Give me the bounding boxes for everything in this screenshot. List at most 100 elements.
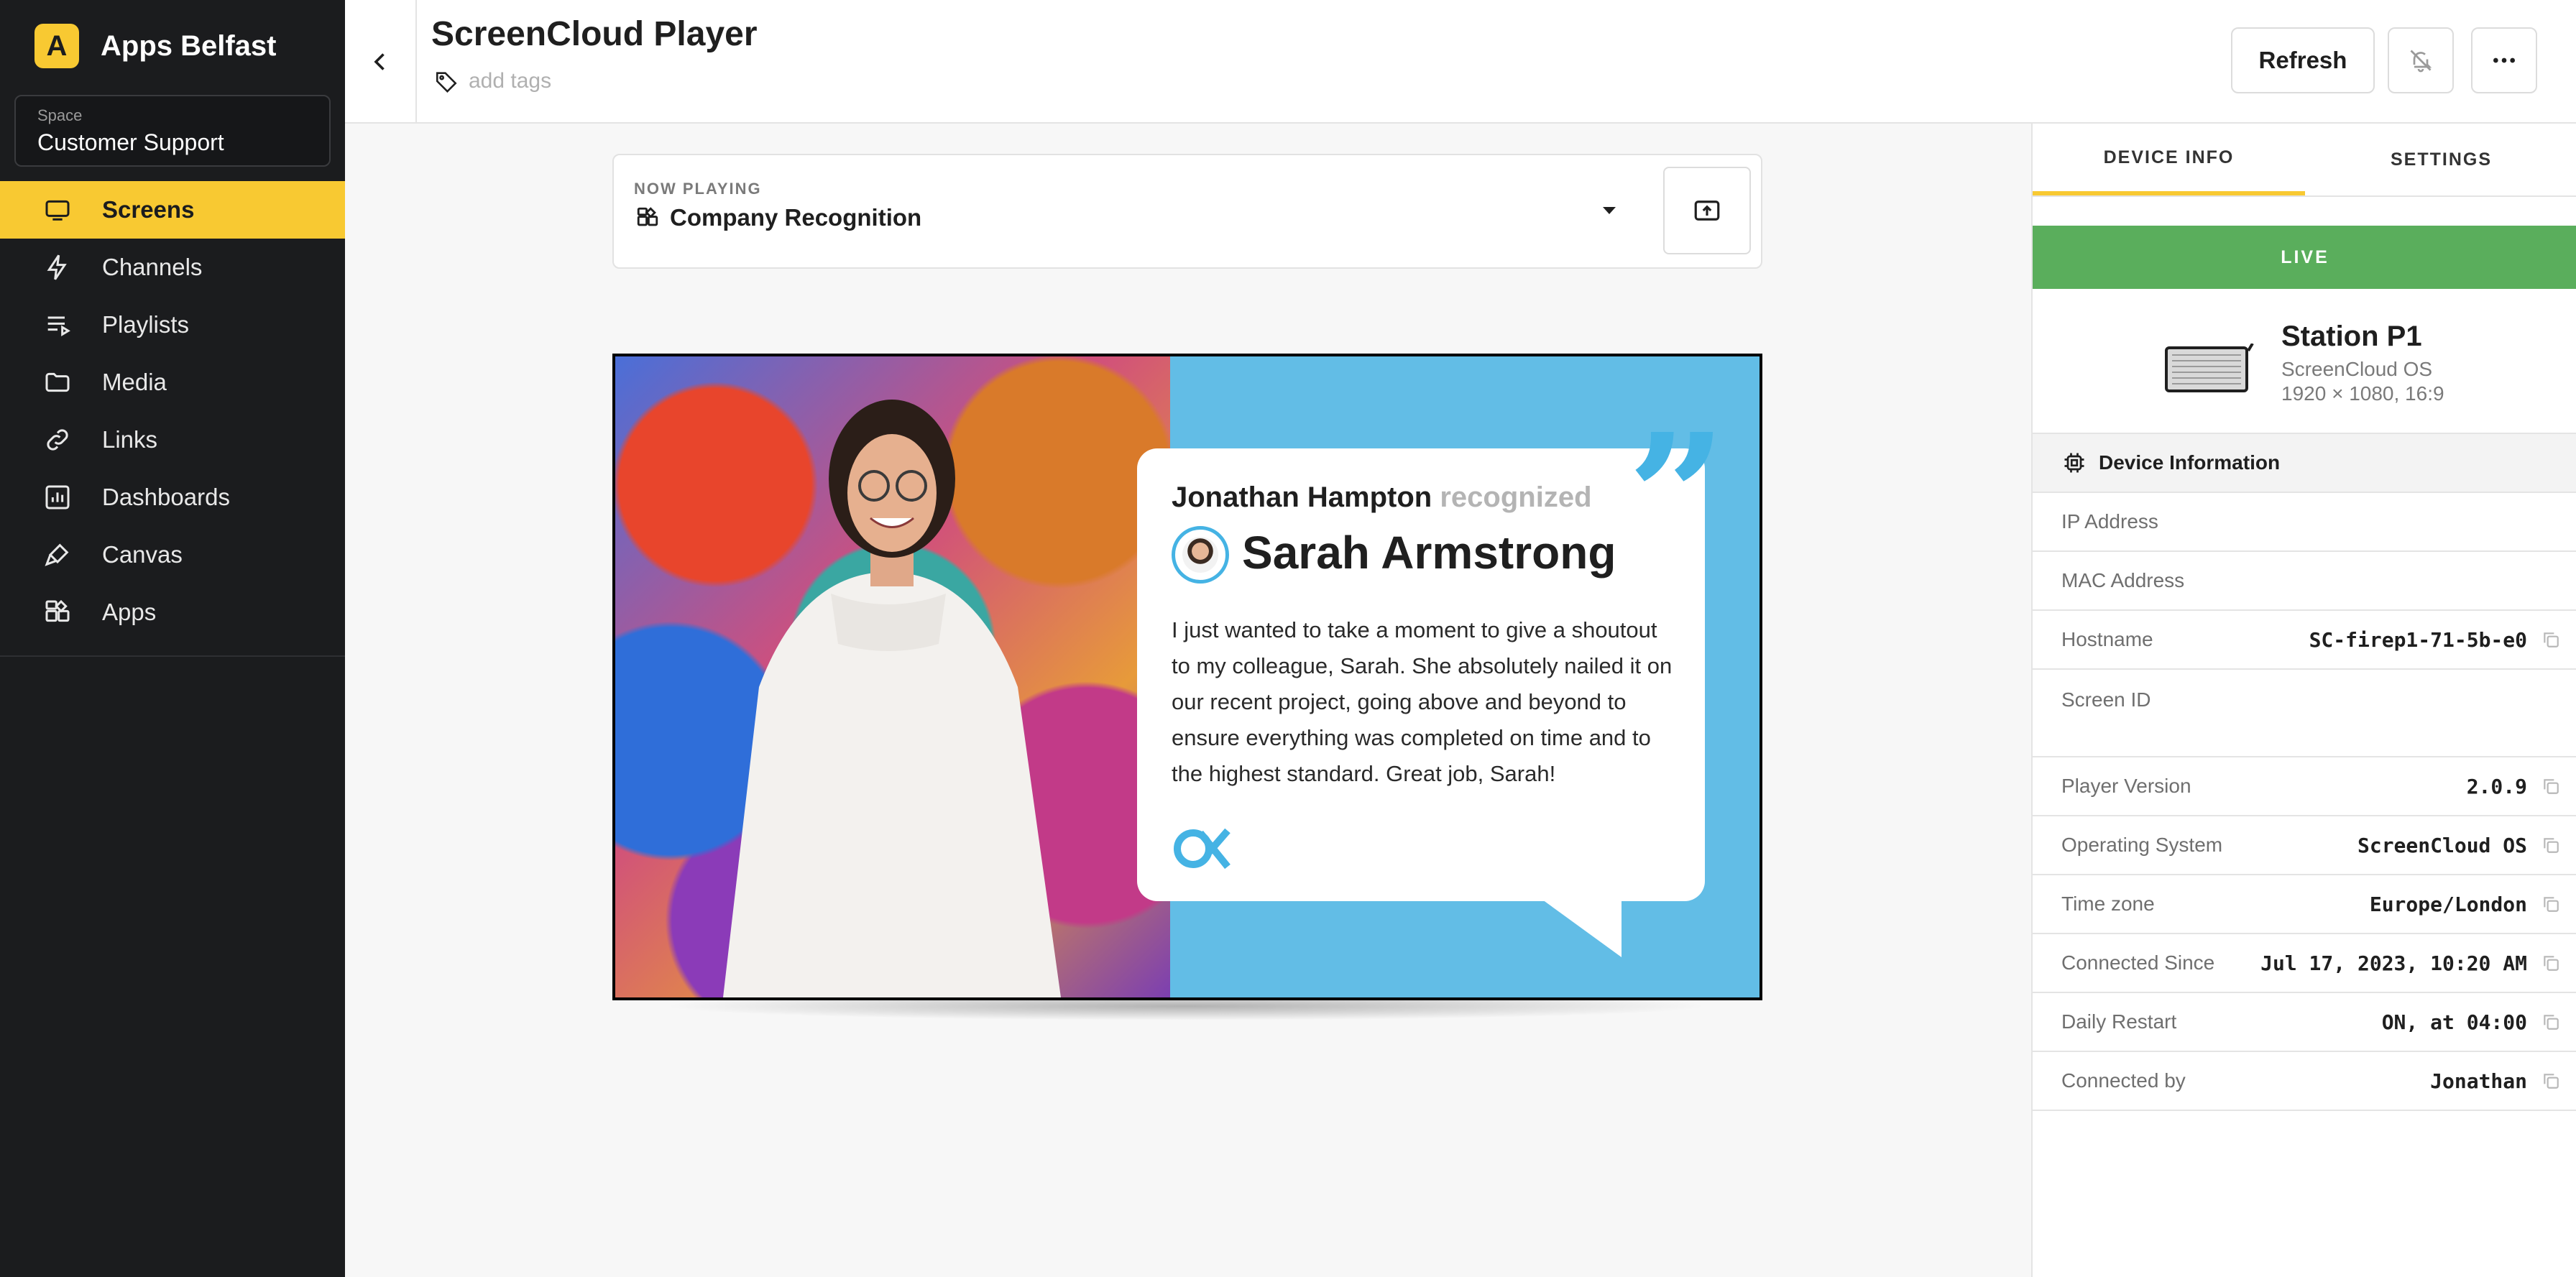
apps-icon [637, 207, 658, 226]
back-button[interactable] [345, 0, 417, 124]
info-label: MAC Address [2061, 569, 2185, 591]
chevron-left-icon [374, 53, 385, 70]
brush-icon [45, 543, 69, 566]
section-title: Device Information [2099, 451, 2281, 474]
device-resolution: 1920 × 1080, 16:9 [2281, 382, 2444, 405]
now-playing-row: Company Recognition [635, 204, 921, 231]
chevron-down-icon[interactable] [1603, 207, 1616, 214]
more-options-button[interactable] [2471, 27, 2537, 93]
info-value: Jul 17, 2023, 10:20 AM [2260, 951, 2527, 975]
info-value: 2.0.9 [2466, 774, 2527, 798]
copy-icon[interactable] [2542, 1071, 2560, 1090]
sidebar: A Apps Belfast Space Customer Support Sc… [0, 0, 345, 1277]
device-panel: DEVICE INFO SETTINGS LIVE Station P1 Scr… [2031, 124, 2576, 1277]
page-header: ScreenCloud Player add tags Refresh [345, 0, 2576, 124]
refresh-button[interactable]: Refresh [2231, 27, 2375, 93]
info-value: SC-firep1-71-5b-e0 [2309, 627, 2527, 652]
info-label: Hostname [2061, 628, 2153, 650]
device-icon [2165, 344, 2254, 392]
info-label: Connected Since [2061, 951, 2215, 974]
now-playing-label: NOW PLAYING [634, 180, 762, 198]
info-row-operating-system: Operating System ScreenCloud OS [2033, 816, 2576, 875]
sidebar-nav: Screens Channels Playlists Media Links D… [0, 181, 345, 641]
device-os: ScreenCloud OS [2281, 358, 2433, 380]
chip-icon [2064, 453, 2084, 473]
info-label: Operating System [2061, 834, 2223, 856]
device-name: Station P1 [2281, 321, 2422, 352]
copy-icon[interactable] [2542, 954, 2560, 972]
speech-bubble-tail [1542, 900, 1622, 957]
info-label: Connected by [2061, 1069, 2186, 1092]
org-name: Apps Belfast [101, 29, 277, 62]
sidebar-divider [0, 655, 345, 657]
now-playing-select[interactable]: NOW PLAYING Company Recognition [612, 154, 1762, 269]
sidebar-item-media[interactable]: Media [0, 354, 345, 411]
sidebar-item-dashboards[interactable]: Dashboards [0, 469, 345, 526]
space-label: Space [37, 106, 83, 124]
sidebar-item-label: Dashboards [102, 484, 230, 510]
info-row-connected-since: Connected Since Jul 17, 2023, 10:20 AM [2033, 934, 2576, 993]
info-label: Player Version [2061, 775, 2191, 797]
info-value: ON, at 04:00 [2381, 1010, 2527, 1034]
notifications-button[interactable] [2388, 27, 2454, 93]
recognition-message: I just wanted to take a moment to give a… [1172, 617, 1673, 786]
info-label: IP Address [2061, 510, 2158, 533]
recognition-verb: recognized [1440, 481, 1592, 513]
sidebar-item-playlists[interactable]: Playlists [0, 296, 345, 354]
page-title: ScreenCloud Player [431, 15, 758, 53]
cast-button[interactable] [1663, 167, 1751, 254]
copy-icon[interactable] [2542, 836, 2560, 854]
sidebar-item-links[interactable]: Links [0, 411, 345, 469]
sidebar-item-label: Apps [102, 599, 157, 625]
dashboard-icon [45, 485, 70, 510]
info-row-mac-address: MAC Address [2033, 552, 2576, 611]
from-name: Jonathan Hampton [1172, 481, 1432, 513]
sidebar-item-channels[interactable]: Channels [0, 239, 345, 296]
tab-device-info[interactable]: DEVICE INFO [2033, 124, 2305, 195]
link-icon [47, 429, 68, 451]
org-switcher[interactable]: A Apps Belfast [34, 23, 277, 69]
sidebar-item-label: Links [102, 426, 158, 453]
bell-off-icon [2410, 50, 2432, 73]
copy-icon[interactable] [2542, 1013, 2560, 1031]
info-row-screen-id: Screen ID [2033, 670, 2576, 757]
sidebar-item-label: Screens [102, 196, 195, 223]
tag-icon [436, 72, 457, 93]
playlist-icon [47, 316, 70, 336]
sidebar-item-label: Playlists [102, 311, 190, 338]
sidebar-item-label: Canvas [102, 541, 183, 568]
info-label: Daily Restart [2061, 1010, 2177, 1033]
space-selector[interactable]: Space Customer Support [14, 95, 331, 167]
info-row-daily-restart: Daily Restart ON, at 04:00 [2033, 993, 2576, 1052]
person-illustration [723, 400, 1061, 997]
copy-icon[interactable] [2542, 895, 2560, 913]
info-row-hostname: Hostname SC-firep1-71-5b-e0 [2033, 611, 2576, 670]
copy-icon[interactable] [2542, 777, 2560, 796]
panel-tabs: DEVICE INFO SETTINGS [2033, 124, 2576, 197]
apps-icon [45, 599, 70, 622]
add-tags[interactable]: add tags [434, 69, 551, 93]
tab-settings[interactable]: SETTINGS [2305, 124, 2576, 195]
monitor-icon [45, 200, 70, 221]
info-row-ip-address: IP Address [2033, 493, 2576, 552]
org-avatar: A [34, 24, 79, 68]
sidebar-item-canvas[interactable]: Canvas [0, 526, 345, 584]
recognized-name: Sarah Armstrong [1242, 527, 1616, 578]
lightning-icon [47, 254, 67, 280]
content-preview: ” Jonathan Hampton recognized Sarah Arms… [612, 354, 1762, 1000]
sidebar-item-apps[interactable]: Apps [0, 584, 345, 641]
info-row-time-zone: Time zone Europe/London [2033, 875, 2576, 934]
info-label: Time zone [2061, 893, 2155, 915]
device-info-list: IP Address MAC Address Hostname SC-firep… [2033, 493, 2576, 1111]
info-row-connected-by: Connected by Jonathan [2033, 1052, 2576, 1111]
now-playing-value: Company Recognition [670, 204, 922, 231]
copy-icon[interactable] [2542, 630, 2560, 649]
device-summary: Station P1 ScreenCloud OS 1920 × 1080, 1… [2033, 289, 2576, 434]
info-value: Jonathan [2430, 1069, 2527, 1093]
sidebar-item-label: Channels [102, 254, 203, 280]
folder-icon [45, 372, 70, 392]
sidebar-item-screens[interactable]: Screens [0, 181, 345, 239]
sidebar-item-label: Media [102, 369, 167, 395]
info-value: Europe/London [2369, 892, 2527, 916]
cast-icon [1694, 200, 1720, 221]
